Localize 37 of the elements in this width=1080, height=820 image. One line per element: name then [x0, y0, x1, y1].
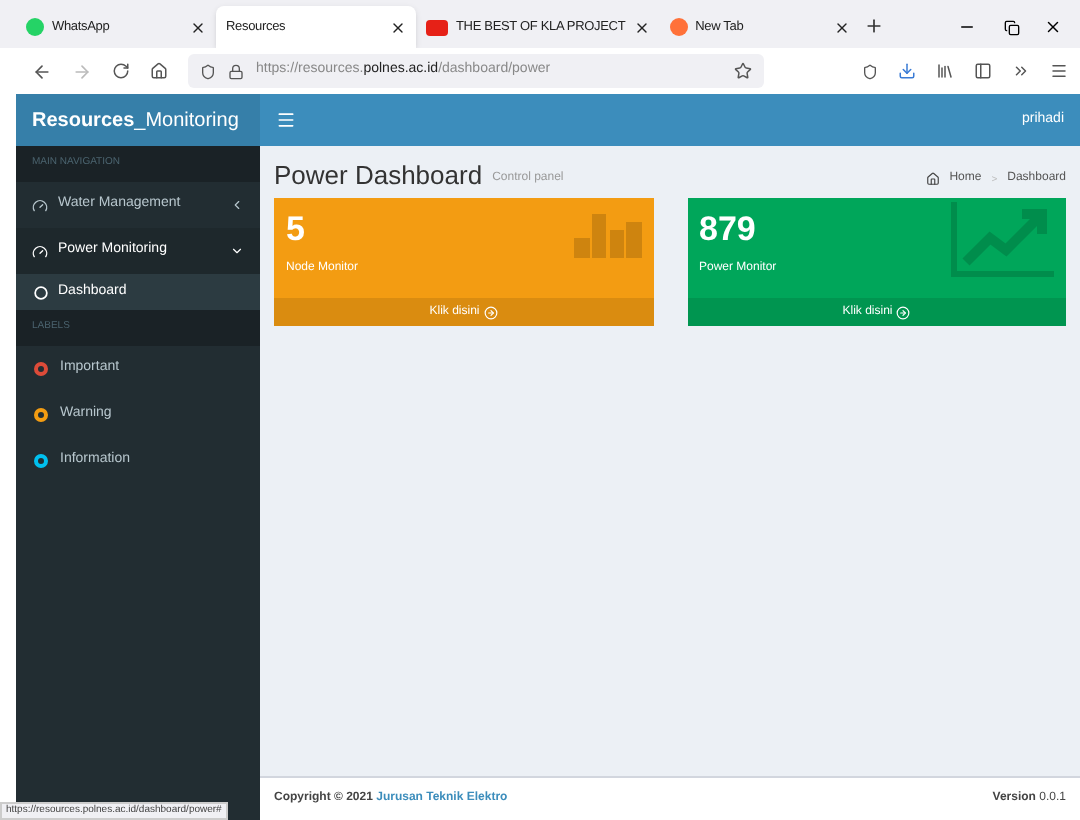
shield-icon — [200, 63, 216, 79]
close-icon[interactable] — [190, 19, 206, 35]
chat-icon — [26, 18, 44, 36]
shield-icon[interactable] — [862, 63, 878, 79]
new-tab-icon[interactable] — [863, 16, 884, 36]
bar-chart-icon — [573, 210, 641, 258]
arrow-circle-icon — [483, 305, 498, 320]
close-icon[interactable] — [390, 19, 406, 35]
box-value: 879 — [699, 208, 756, 251]
box-value: 5 — [286, 208, 305, 251]
chevron-down-icon — [230, 244, 244, 258]
browser-icon — [669, 18, 688, 36]
brand-logo[interactable]: Resources_Monitoring — [32, 105, 239, 135]
restore-icon[interactable] — [1004, 20, 1020, 36]
star-icon[interactable] — [734, 62, 752, 80]
close-icon[interactable] — [1044, 18, 1062, 36]
gauge-icon — [32, 197, 48, 213]
menu-icon[interactable] — [276, 110, 296, 130]
line-chart-icon — [950, 198, 1058, 278]
home-icon — [925, 172, 940, 186]
library-icon[interactable] — [936, 62, 954, 80]
close-icon[interactable] — [633, 19, 650, 35]
download-icon[interactable] — [898, 62, 916, 80]
back-icon[interactable] — [32, 61, 52, 81]
arrow-circle-icon — [896, 305, 911, 320]
reload-icon[interactable] — [112, 62, 130, 80]
home-icon[interactable] — [150, 62, 168, 80]
overflow-icon[interactable] — [1012, 62, 1030, 80]
circle-icon — [34, 285, 48, 299]
lock-icon — [228, 63, 244, 79]
chevron-left-icon — [230, 198, 244, 212]
close-icon[interactable] — [833, 19, 850, 35]
sidebar-icon[interactable] — [974, 62, 992, 80]
page-title: Power Dashboard — [274, 162, 483, 188]
gauge-icon — [32, 243, 48, 259]
video-icon — [426, 19, 448, 35]
menu-icon[interactable] — [1050, 62, 1068, 80]
